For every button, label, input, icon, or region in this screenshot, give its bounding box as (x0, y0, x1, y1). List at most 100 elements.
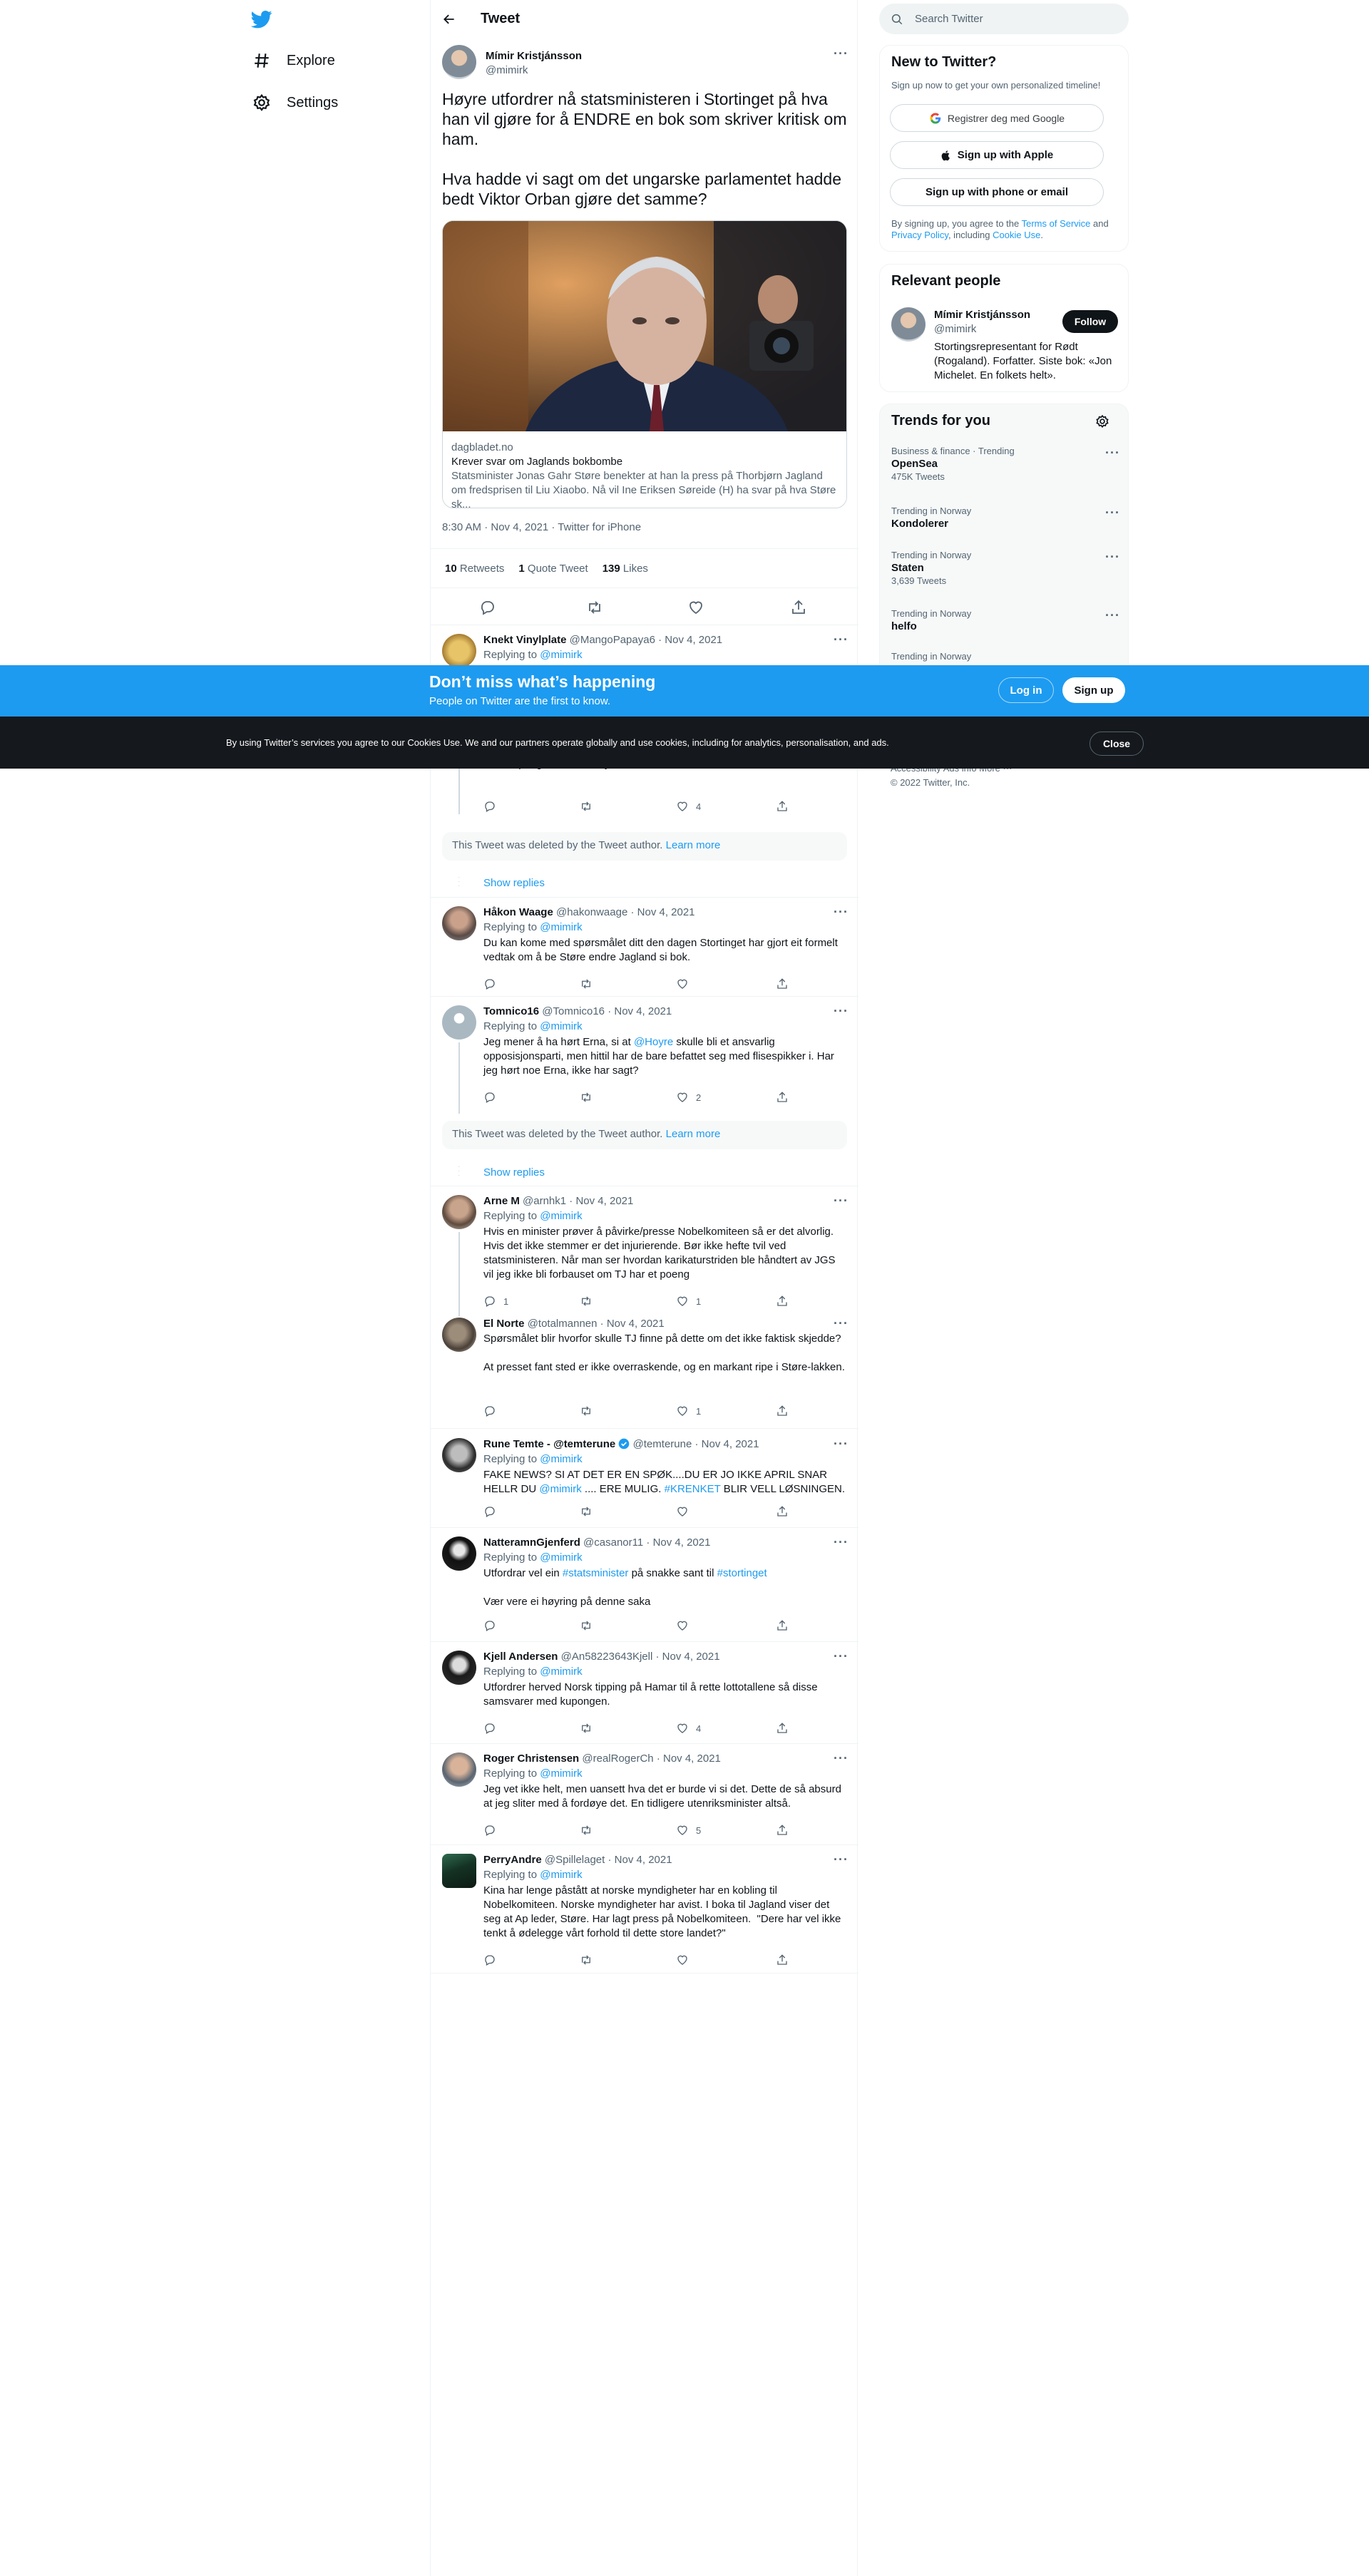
terms-link[interactable]: Terms of Service (1022, 218, 1091, 229)
trend-item[interactable]: Trending in Norway Kondolerer ··· (891, 506, 1119, 531)
reply-tweet[interactable]: El Norte @totalmannen · Nov 4, 2021 ··· … (431, 1316, 858, 1429)
avatar[interactable] (442, 1753, 476, 1787)
phone-email-signup-button[interactable]: Sign up with phone or email (890, 178, 1104, 206)
reply-author-name[interactable]: Roger Christensen (483, 1753, 579, 1765)
reply-author-handle[interactable]: @MangoPapaya6 (570, 634, 655, 646)
reply-author-handle[interactable]: @totalmannen (528, 1318, 598, 1330)
more-options-icon[interactable]: ··· (834, 1536, 848, 1552)
share-button[interactable] (776, 1722, 789, 1735)
reply-button[interactable] (483, 1405, 496, 1417)
mention-link[interactable]: @mimirk (540, 1210, 582, 1222)
more-options-icon[interactable]: ··· (834, 1752, 848, 1768)
reply-date[interactable]: Nov 4, 2021 (702, 1438, 759, 1450)
reply-date[interactable]: Nov 4, 2021 (615, 1854, 672, 1866)
like-button[interactable] (676, 977, 689, 990)
share-button[interactable] (776, 1295, 789, 1308)
avatar[interactable] (442, 1318, 476, 1352)
hashtag-link[interactable]: #stortinget (717, 1567, 767, 1579)
reply-author-name[interactable]: Tomnico16 (483, 1005, 539, 1017)
retweet-button[interactable] (580, 800, 593, 813)
more-options-icon[interactable]: ··· (834, 905, 848, 922)
reply-author-name[interactable]: Kjell Andersen (483, 1651, 558, 1663)
reply-author-name[interactable]: Rune Temte - @temterune (483, 1438, 615, 1450)
reply-button[interactable]: 1 (483, 1295, 508, 1308)
show-replies-link[interactable]: Show replies (483, 877, 545, 889)
nav-item-explore[interactable]: Explore (252, 51, 335, 70)
reply-author-handle[interactable]: @hakonwaage (556, 906, 627, 918)
reply-author-name[interactable]: PerryAndre (483, 1854, 542, 1866)
avatar[interactable] (442, 45, 476, 79)
share-button[interactable] (776, 1405, 789, 1417)
like-button[interactable] (676, 1619, 689, 1632)
more-options-icon[interactable]: ··· (1105, 609, 1119, 625)
reply-button[interactable] (483, 1954, 496, 1966)
signup-button[interactable]: Sign up (1062, 677, 1125, 703)
like-button[interactable]: 4 (676, 1722, 701, 1735)
privacy-link[interactable]: Privacy Policy (891, 230, 948, 240)
retweet-button[interactable] (580, 1954, 593, 1966)
share-button[interactable] (776, 1619, 789, 1632)
reply-author-handle[interactable]: @arnhk1 (523, 1195, 566, 1207)
search-input[interactable]: Search Twitter (879, 4, 1129, 34)
avatar[interactable] (442, 1438, 476, 1472)
reply-author-name[interactable]: NatteramnGjenferd (483, 1536, 580, 1549)
quotes-stat[interactable]: 1 Quote Tweet (518, 563, 588, 575)
reply-tweet[interactable]: Tomnico16 @Tomnico16 · Nov 4, 2021 ··· R… (431, 997, 858, 1114)
mention-link[interactable]: @mimirk (540, 1020, 582, 1032)
like-button[interactable]: 2 (676, 1091, 701, 1104)
mention-link[interactable]: @mimirk (540, 1551, 582, 1564)
retweet-button[interactable] (580, 1405, 593, 1417)
reply-tweet[interactable]: NatteramnGjenferd @casanor11 · Nov 4, 20… (431, 1528, 858, 1642)
retweet-button[interactable] (580, 1295, 593, 1308)
reply-author-handle[interactable]: @temterune (633, 1438, 692, 1450)
reply-tweet[interactable]: Roger Christensen @realRogerCh · Nov 4, … (431, 1744, 858, 1845)
avatar[interactable] (442, 1536, 476, 1571)
more-options-icon[interactable]: ··· (1105, 506, 1119, 523)
like-button[interactable] (676, 1505, 689, 1518)
reply-date[interactable]: Nov 4, 2021 (663, 1753, 721, 1765)
reply-date[interactable]: Nov 4, 2021 (575, 1195, 633, 1207)
back-arrow-icon[interactable] (442, 12, 456, 26)
reply-author-handle[interactable]: @casanor11 (583, 1536, 643, 1549)
reply-button[interactable] (483, 1091, 496, 1104)
person-name[interactable]: Mímir Kristjánsson (934, 309, 1030, 321)
reply-tweet[interactable]: Arne M @arnhk1 · Nov 4, 2021 ··· Replyin… (431, 1186, 858, 1316)
hashtag-link[interactable]: #KRENKET (665, 1483, 721, 1495)
reply-author-handle[interactable]: @Tomnico16 (542, 1005, 605, 1017)
mention-link[interactable]: @mimirk (540, 1666, 582, 1678)
default-avatar-icon[interactable] (442, 1005, 476, 1040)
avatar[interactable] (442, 1195, 476, 1229)
share-icon[interactable] (790, 599, 807, 616)
mention-link[interactable]: @mimirk (540, 1767, 582, 1780)
share-button[interactable] (776, 1505, 789, 1518)
mention-link[interactable]: @mimirk (540, 1869, 582, 1881)
reply-date[interactable]: Nov 4, 2021 (607, 1318, 665, 1330)
trend-item[interactable]: Trending in Norway helfo ··· (891, 608, 1119, 634)
reply-button[interactable] (483, 1722, 496, 1735)
mention-link[interactable]: @Hoyre (634, 1036, 673, 1048)
link-card[interactable]: dagbladet.no Krever svar om Jaglands bok… (442, 220, 847, 508)
reply-tweet[interactable]: Kjell Andersen @An58223643Kjell · Nov 4,… (431, 1642, 858, 1744)
reply-date[interactable]: Nov 4, 2021 (637, 906, 695, 918)
retweet-button[interactable] (580, 1505, 593, 1518)
avatar[interactable] (891, 307, 926, 342)
share-button[interactable] (776, 1091, 789, 1104)
nav-item-settings[interactable]: Settings (252, 93, 338, 112)
apple-signup-button[interactable]: Sign up with Apple (890, 141, 1104, 169)
reply-button[interactable] (483, 800, 496, 813)
more-options-icon[interactable]: ··· (834, 633, 848, 650)
reply-button[interactable] (483, 1505, 496, 1518)
retweet-button[interactable] (580, 977, 593, 990)
show-replies-link[interactable]: Show replies (483, 1166, 545, 1179)
more-options-icon[interactable]: ··· (1105, 446, 1119, 463)
reply-author-name[interactable]: Arne M (483, 1195, 520, 1207)
google-signup-button[interactable]: Registrer deg med Google (890, 104, 1104, 132)
cookie-close-button[interactable]: Close (1089, 732, 1144, 756)
more-options-icon[interactable]: ··· (834, 1437, 848, 1454)
more-options-icon[interactable]: ··· (834, 1650, 848, 1666)
avatar[interactable] (442, 906, 476, 940)
more-options-icon[interactable]: ··· (834, 1194, 848, 1211)
mention-link[interactable]: @mimirk (539, 1483, 581, 1495)
reply-author-name[interactable]: El Norte (483, 1318, 525, 1330)
mention-link[interactable]: @mimirk (540, 921, 582, 933)
